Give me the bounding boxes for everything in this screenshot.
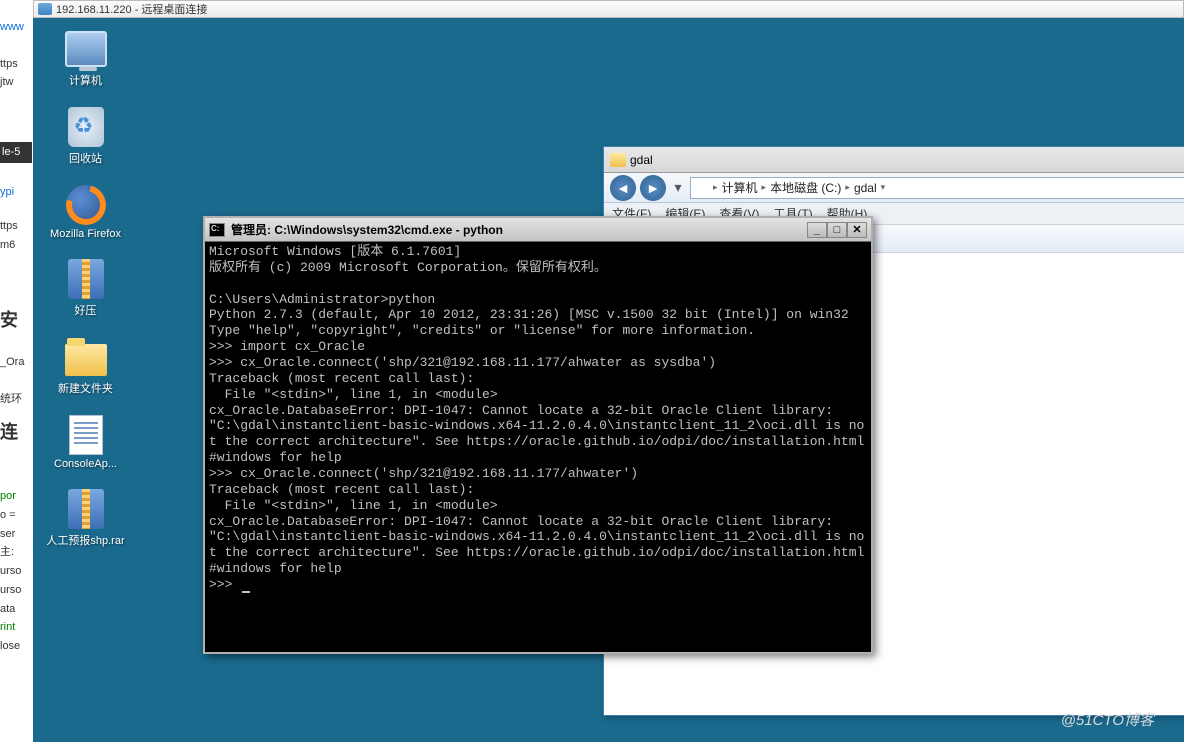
desktop-icon-consoleap[interactable]: ConsoleAp... (43, 414, 128, 470)
folder-icon (695, 182, 709, 194)
text-file-icon (69, 415, 103, 455)
address-bar[interactable]: ▸ 计算机 ▸ 本地磁盘 (C:) ▸ gdal ▾ (690, 177, 1184, 199)
cmd-window[interactable]: 管理员: C:\Windows\system32\cmd.exe - pytho… (203, 216, 873, 654)
explorer-title-text: gdal (630, 153, 653, 167)
back-button[interactable]: ◄ (610, 175, 636, 201)
computer-icon (65, 31, 107, 67)
minimize-button[interactable]: _ (807, 222, 827, 238)
desktop-icon-recycle[interactable]: 回收站 (43, 106, 128, 166)
host-left-strip: www ttps jtw le-5 ypi ttps m6 安 _Ora 统环 … (0, 18, 32, 742)
cmd-text: Microsoft Windows [版本 6.1.7601] 版权所有 (c)… (209, 244, 867, 593)
folder-icon (65, 344, 107, 376)
recycle-icon (68, 107, 104, 147)
cmd-icon (209, 223, 225, 237)
cmd-titlebar[interactable]: 管理员: C:\Windows\system32\cmd.exe - pytho… (205, 218, 871, 242)
rdp-window: 192.168.11.220 - 远程桌面连接 计算机 回收站 Mozilla … (33, 0, 1184, 742)
archive-icon (68, 489, 104, 529)
explorer-titlebar[interactable]: gdal (604, 147, 1184, 173)
rdp-title-text: 192.168.11.220 - 远程桌面连接 (56, 1, 207, 17)
window-controls: _ □ ✕ (807, 222, 867, 238)
cmd-title-text: 管理员: C:\Windows\system32\cmd.exe - pytho… (231, 221, 503, 238)
desktop-icons: 计算机 回收站 Mozilla Firefox 好压 新建文件夹 Console… (43, 28, 128, 566)
remote-desktop[interactable]: 计算机 回收站 Mozilla Firefox 好压 新建文件夹 Console… (33, 18, 1184, 742)
cmd-output[interactable]: Microsoft Windows [版本 6.1.7601] 版权所有 (c)… (205, 242, 871, 652)
rdp-titlebar[interactable]: 192.168.11.220 - 远程桌面连接 (33, 0, 1184, 18)
archive-icon (68, 259, 104, 299)
watermark: @51CTO博客 (1061, 709, 1154, 730)
close-button[interactable]: ✕ (847, 222, 867, 238)
folder-icon (610, 153, 626, 167)
desktop-icon-firefox[interactable]: Mozilla Firefox (43, 184, 128, 240)
maximize-button[interactable]: □ (827, 222, 847, 238)
history-dropdown[interactable]: ▾ (670, 175, 686, 201)
desktop-icon-computer[interactable]: 计算机 (43, 28, 128, 88)
firefox-icon (66, 185, 106, 225)
desktop-icon-rgyp[interactable]: 人工预报shp.rar (43, 488, 128, 548)
explorer-navbar: ◄ ► ▾ ▸ 计算机 ▸ 本地磁盘 (C:) ▸ gdal ▾ (604, 173, 1184, 203)
forward-button[interactable]: ► (640, 175, 666, 201)
desktop-icon-newfolder[interactable]: 新建文件夹 (43, 336, 128, 396)
rdp-icon (38, 3, 52, 15)
desktop-icon-haozip[interactable]: 好压 (43, 258, 128, 318)
